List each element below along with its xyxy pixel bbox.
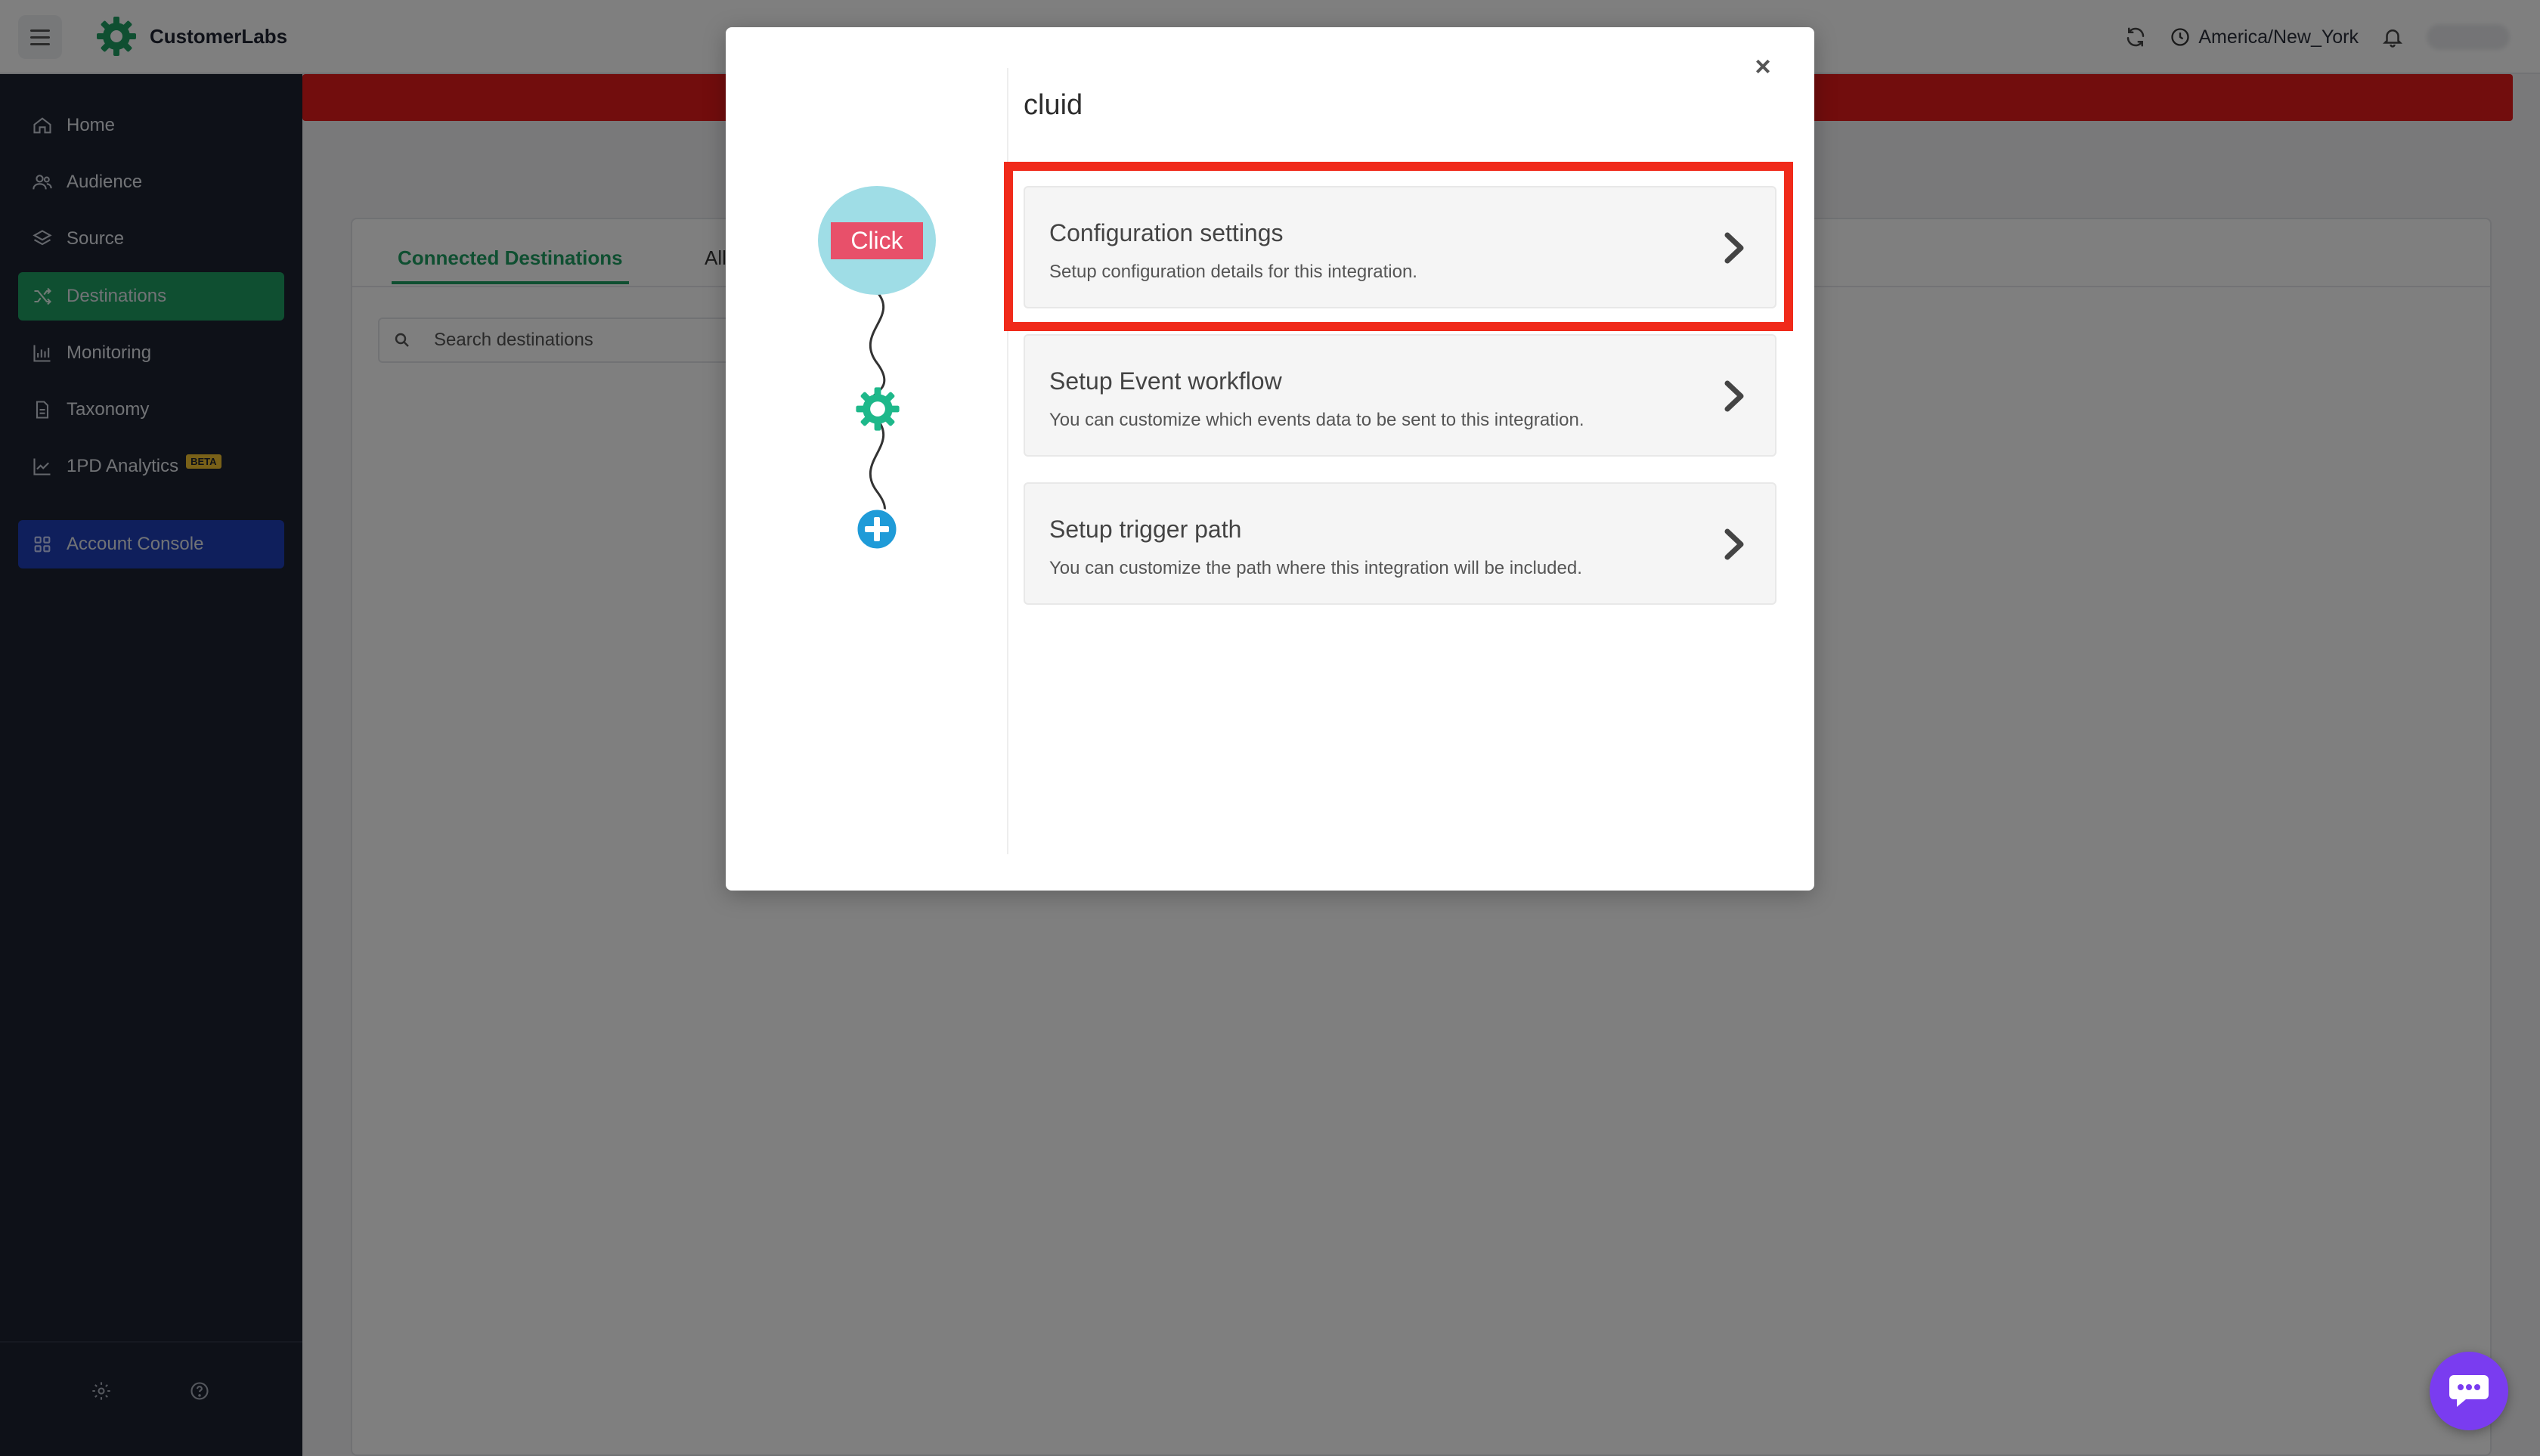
highlight-box bbox=[1004, 162, 1793, 331]
option-description: You can customize the path where this in… bbox=[1049, 558, 1582, 578]
chevron-right-icon bbox=[1716, 378, 1752, 414]
close-button[interactable]: × bbox=[1745, 48, 1781, 85]
option-title: Setup Event workflow bbox=[1049, 367, 1282, 395]
setup-trigger-path-option[interactable]: Setup trigger path You can customize the… bbox=[1024, 482, 1776, 605]
click-label: Click bbox=[831, 221, 923, 259]
click-trigger-node[interactable]: Click bbox=[818, 186, 936, 295]
add-node-icon[interactable] bbox=[854, 507, 900, 552]
chevron-right-icon bbox=[1716, 526, 1752, 562]
gear-node-icon bbox=[856, 387, 900, 431]
integration-modal: × Click cluid Configuration settings Set… bbox=[726, 27, 1814, 891]
chat-widget-button[interactable] bbox=[2430, 1352, 2508, 1430]
setup-event-workflow-option[interactable]: Setup Event workflow You can customize w… bbox=[1024, 334, 1776, 457]
close-icon: × bbox=[1755, 51, 1771, 82]
modal-title: cluid bbox=[1024, 89, 1083, 121]
option-description: You can customize which events data to b… bbox=[1049, 410, 1584, 430]
chat-icon bbox=[2449, 1375, 2489, 1407]
flow-diagram: Click bbox=[816, 159, 937, 567]
option-title: Setup trigger path bbox=[1049, 516, 1242, 543]
